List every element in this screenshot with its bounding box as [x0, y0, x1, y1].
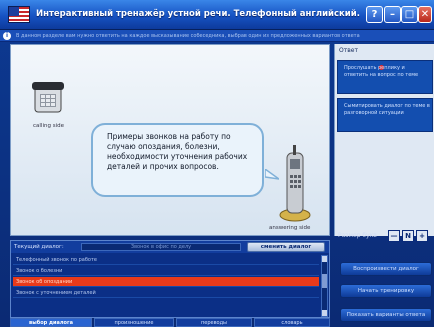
- bubble-tail: [265, 169, 279, 180]
- font-decrease-button[interactable]: —: [388, 230, 400, 242]
- option-card-text: Сымитировать диалог по теме в разговорно…: [344, 103, 430, 116]
- scrollbar[interactable]: [321, 255, 328, 317]
- speech-bubble: Примеры звонков на работу по случаю опоз…: [91, 123, 264, 197]
- dialog-list-item[interactable]: Звонок о болезни: [13, 266, 319, 276]
- show-answers-button[interactable]: Показать варианты ответа: [340, 308, 432, 322]
- dialog-list: Телефонный звонок по работе Звонок о бол…: [13, 255, 319, 317]
- dialog-panel: Текущий диалог: Звонок в офис по делу см…: [10, 240, 330, 318]
- hint-bar: i В данном разделе вам нужно ответить на…: [0, 30, 434, 42]
- minimize-button[interactable]: –: [384, 6, 401, 23]
- bottom-tabs: выбор диалога произношение переводы слов…: [10, 318, 330, 327]
- options-panel: Ответ Прослушать реплику и ответить на в…: [334, 44, 434, 236]
- info-icon: i: [3, 32, 11, 40]
- tab-pronunciation[interactable]: произношение: [94, 318, 174, 327]
- font-size-label: Размер букв: [338, 232, 377, 239]
- start-training-button[interactable]: Начать тренировку: [340, 284, 432, 298]
- caller-label: calling side: [33, 123, 64, 129]
- cordless-phone-icon: [279, 145, 311, 222]
- help-button[interactable]: ?: [366, 6, 383, 23]
- tab-dialog-select[interactable]: выбор диалога: [10, 318, 92, 327]
- desk-phone-icon: [32, 82, 64, 113]
- receiver-label: answering side: [269, 225, 311, 231]
- app-window: Интерактивный тренажёр устной речи. Теле…: [0, 0, 434, 327]
- scroll-thumb[interactable]: [322, 274, 327, 288]
- dialog-list-item[interactable]: Звонок с уточнением деталей: [13, 288, 319, 298]
- dialogue-scene: calling side Примеры звонков на работу п…: [10, 44, 330, 236]
- change-dialog-button[interactable]: сменить диалог: [247, 242, 325, 252]
- window-title: Интерактивный тренажёр устной речи. Теле…: [36, 9, 360, 19]
- option-card-answer[interactable]: Прослушать реплику и ответить на вопрос …: [337, 60, 433, 94]
- tab-dictionary[interactable]: словарь: [254, 318, 330, 327]
- option-card-imitate[interactable]: Сымитировать диалог по теме в разговорно…: [337, 98, 433, 132]
- dialog-list-item[interactable]: Телефонный звонок по работе: [13, 255, 319, 265]
- tab-translations[interactable]: переводы: [176, 318, 252, 327]
- font-normal-button[interactable]: N: [402, 230, 414, 242]
- font-increase-button[interactable]: +: [416, 230, 428, 242]
- bubble-text: Примеры звонков на работу по случаю опоз…: [107, 132, 248, 171]
- close-button[interactable]: ✕: [418, 6, 432, 23]
- current-dialog-label: Текущий диалог:: [14, 244, 64, 250]
- current-dialog-field: Звонок в офис по делу: [81, 243, 241, 251]
- scroll-up-icon[interactable]: [322, 256, 327, 262]
- maximize-button[interactable]: □: [401, 6, 418, 23]
- options-title: Ответ: [339, 47, 358, 54]
- hint-text: В данном разделе вам нужно ответить на к…: [16, 33, 360, 39]
- title-bar: Интерактивный тренажёр устной речи. Теле…: [0, 0, 434, 30]
- font-size-control: Размер букв — N +: [334, 228, 434, 244]
- flag-icon: [8, 6, 30, 23]
- dialog-header: Текущий диалог: Звонок в офис по делу см…: [11, 241, 329, 253]
- play-dialog-button[interactable]: Воспроизвести диалог: [340, 262, 432, 276]
- scroll-down-icon[interactable]: [322, 310, 327, 316]
- option-card-text: Прослушать реплику и ответить на вопрос …: [344, 65, 419, 78]
- dialog-list-item-selected[interactable]: Звонок об опоздании: [13, 277, 319, 287]
